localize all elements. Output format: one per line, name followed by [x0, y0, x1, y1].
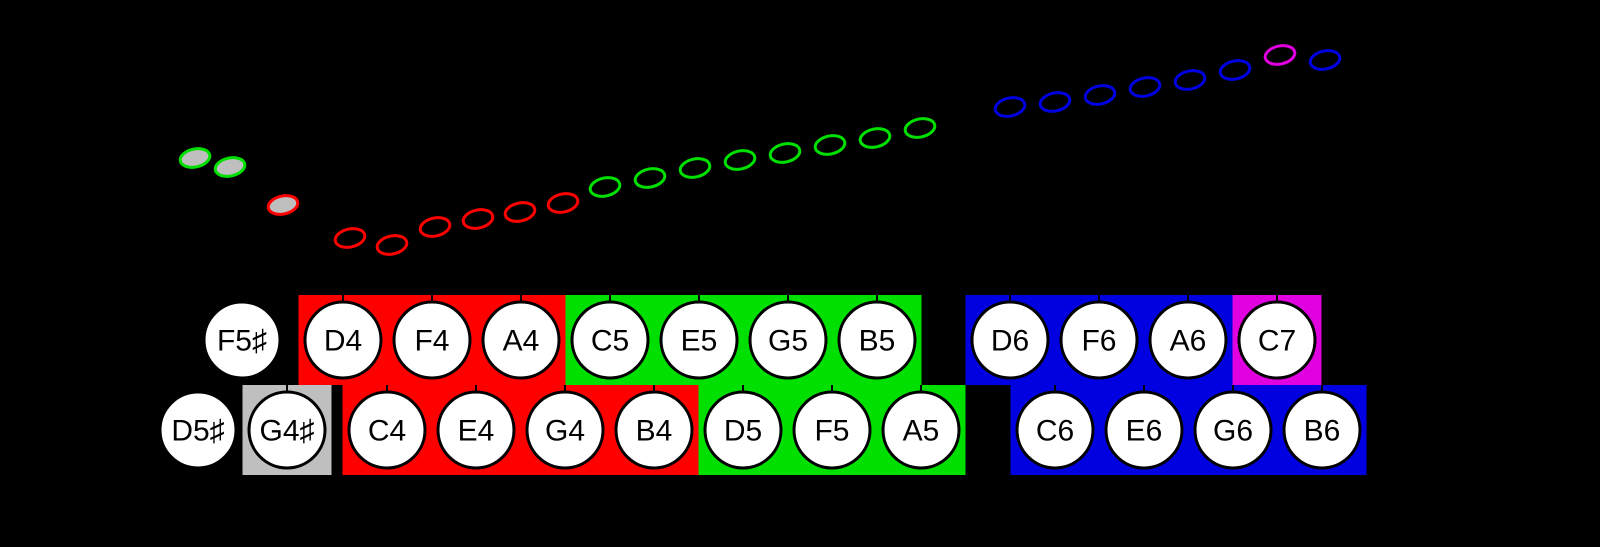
- tonehole-F5s: [213, 155, 246, 179]
- tonehole-D4: [333, 226, 366, 250]
- tonehole-A5: [903, 116, 936, 140]
- key-label-E5: E5: [681, 325, 718, 358]
- tonehole-A6: [1173, 68, 1206, 92]
- key-label-G4s: G4♯: [259, 415, 314, 448]
- key-label-F5: F5: [814, 415, 849, 448]
- key-label-F6: F6: [1081, 325, 1116, 358]
- key-label-C5: C5: [591, 325, 629, 358]
- key-label-A5: A5: [903, 415, 940, 448]
- key-label-B5: B5: [859, 325, 896, 358]
- tonehole-D5: [723, 148, 756, 172]
- tonehole-C7: [1263, 43, 1296, 67]
- key-label-A4: A4: [503, 325, 540, 358]
- tonehole-B5: [858, 126, 891, 150]
- tonehole-E4: [461, 207, 494, 231]
- key-label-D6: D6: [991, 325, 1029, 358]
- key-label-C4: C4: [368, 415, 406, 448]
- tonehole-C5: [588, 175, 621, 199]
- note-diagram: F5♯ D4 F4 A4 C5 E5 G5 B5 D6 F6 A6 C7 D5♯ G4♯ C4 E4 G4 B4 D…: [0, 0, 1600, 547]
- key-label-D4: D4: [324, 325, 362, 358]
- tonehole-B4: [633, 166, 666, 190]
- tonehole-G4: [546, 191, 579, 215]
- tonehole-F4: [418, 215, 451, 239]
- key-label-D5s: D5♯: [171, 415, 224, 448]
- key-label-E4: E4: [458, 415, 495, 448]
- tonehole-C4: [375, 233, 408, 257]
- tonehole-D5s: [178, 146, 211, 170]
- key-label-C7: C7: [1258, 325, 1296, 358]
- key-label-B6: B6: [1304, 415, 1341, 448]
- tonehole-G5: [768, 141, 801, 165]
- key-label-E6: E6: [1126, 415, 1163, 448]
- key-label-C6: C6: [1036, 415, 1074, 448]
- tonehole-E6: [1128, 75, 1161, 99]
- tonehole-B6: [1308, 48, 1341, 72]
- tonehole-A4: [503, 200, 536, 224]
- tonehole-F6: [1083, 83, 1116, 107]
- key-label-D5: D5: [724, 415, 762, 448]
- key-label-F5s: F5♯: [217, 325, 267, 358]
- key-label-A6: A6: [1170, 325, 1207, 358]
- tonehole-D6: [993, 95, 1026, 119]
- key-label-G5: G5: [768, 325, 808, 358]
- key-label-F4: F4: [414, 325, 449, 358]
- tonehole-C6: [1038, 90, 1071, 114]
- key-label-B4: B4: [636, 415, 673, 448]
- tonehole-G6: [1218, 58, 1251, 82]
- key-label-G4: G4: [545, 415, 585, 448]
- tonehole-F5: [813, 133, 846, 157]
- tonehole-G4s: [266, 193, 299, 217]
- key-label-G6: G6: [1213, 415, 1253, 448]
- tonehole-E5: [678, 156, 711, 180]
